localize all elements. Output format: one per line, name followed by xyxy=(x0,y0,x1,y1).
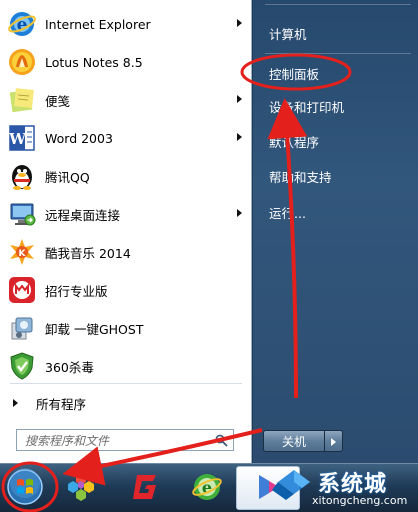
menu-divider xyxy=(265,53,411,54)
colorful-hexagons-icon xyxy=(64,470,98,507)
kuwo-music-icon: K xyxy=(6,236,38,268)
program-ghost-uninstall[interactable]: 卸载 一键GHOST xyxy=(0,309,252,347)
program-label: Word 2003 xyxy=(45,130,113,146)
cmb-bank-icon xyxy=(6,274,38,306)
programs-panel: e Internet Explorer Lotus Notes 8.5 便笺 W… xyxy=(0,0,252,463)
program-cmb-bank[interactable]: 招行专业版 xyxy=(0,271,252,309)
program-internet-explorer[interactable]: e Internet Explorer xyxy=(0,5,252,43)
program-label: 酷我音乐 2014 xyxy=(45,245,131,261)
program-sticky-notes[interactable]: 便笺 xyxy=(0,81,252,119)
program-lotus-notes[interactable]: Lotus Notes 8.5 xyxy=(0,43,252,81)
program-label: 卸载 一键GHOST xyxy=(45,321,144,337)
program-label: 远程桌面连接 xyxy=(45,207,121,223)
program-label: 便笺 xyxy=(45,93,71,109)
link-devices-printers[interactable]: 设备和打印机 xyxy=(269,95,344,117)
watermark-url: xitongcheng.com xyxy=(312,494,408,507)
program-label: Internet Explorer xyxy=(45,16,151,32)
system-links-panel: 计算机 控制面板 设备和打印机 默认程序 帮助和支持 运行... 关机 xyxy=(253,0,418,463)
all-programs-label: 所有程序 xyxy=(36,396,87,412)
lotus-notes-icon xyxy=(6,46,38,78)
sticky-notes-icon xyxy=(6,84,38,116)
all-programs-button[interactable]: 所有程序 xyxy=(0,392,252,414)
ghost-icon xyxy=(6,312,38,344)
search-icon[interactable] xyxy=(215,434,228,450)
red-g-logo-icon xyxy=(128,470,162,507)
program-kuwo-music[interactable]: K 酷我音乐 2014 xyxy=(0,233,252,271)
program-tencent-qq[interactable]: 腾讯QQ xyxy=(0,157,252,195)
remote-desktop-icon xyxy=(6,198,38,230)
link-computer[interactable]: 计算机 xyxy=(269,22,307,44)
internet-explorer-icon: e xyxy=(6,8,38,40)
shutdown-options-arrow-icon[interactable] xyxy=(325,430,343,452)
link-default-programs[interactable]: 默认程序 xyxy=(269,130,319,152)
program-360-antivirus[interactable]: 360杀毒 xyxy=(0,347,252,385)
link-run[interactable]: 运行... xyxy=(269,201,306,223)
submenu-arrow-icon[interactable] xyxy=(237,133,242,141)
program-label: 招行专业版 xyxy=(45,283,108,299)
taskbar-app-red[interactable] xyxy=(116,466,174,510)
submenu-arrow-icon[interactable] xyxy=(237,19,242,27)
program-label: 腾讯QQ xyxy=(45,169,90,185)
green-browser-icon: e xyxy=(190,470,224,507)
program-remote-desktop[interactable]: 远程桌面连接 xyxy=(0,195,252,233)
word-icon: W xyxy=(6,122,38,154)
submenu-arrow-icon[interactable] xyxy=(237,209,242,217)
link-help-support[interactable]: 帮助和支持 xyxy=(269,165,332,187)
search-placeholder: 搜索程序和文件 xyxy=(25,433,110,448)
windows-orb-icon xyxy=(5,467,45,510)
taskbar-app-browser[interactable]: e xyxy=(178,466,236,510)
expand-arrow-icon xyxy=(13,399,18,407)
menu-divider xyxy=(10,383,242,384)
qq-penguin-icon xyxy=(6,160,38,192)
program-word-2003[interactable]: W Word 2003 xyxy=(0,119,252,157)
shutdown-button[interactable]: 关机 xyxy=(263,430,325,452)
program-label: 360杀毒 xyxy=(45,359,94,375)
start-button[interactable] xyxy=(0,466,54,510)
search-input[interactable]: 搜索程序和文件 xyxy=(16,429,234,451)
menu-divider xyxy=(265,4,411,5)
link-control-panel[interactable]: 控制面板 xyxy=(269,62,319,84)
svg-text:W: W xyxy=(8,130,27,148)
taskbar-app-hexagons[interactable] xyxy=(52,466,110,510)
program-label: Lotus Notes 8.5 xyxy=(45,54,143,70)
360-antivirus-icon xyxy=(6,350,38,382)
svg-text:K: K xyxy=(19,249,27,259)
submenu-arrow-icon[interactable] xyxy=(237,95,242,103)
